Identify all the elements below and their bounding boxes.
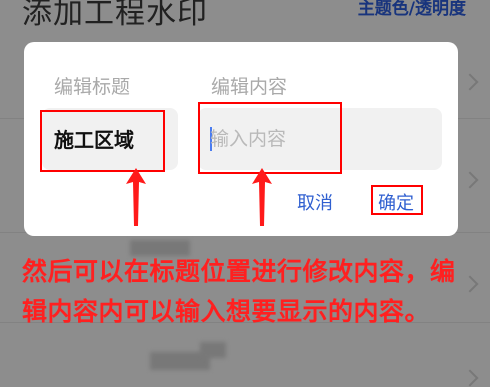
tutorial-annotation: 然后可以在标题位置进行修改内容，编辑内容内可以输入想要显示的内容。 <box>22 257 456 326</box>
content-highlight-box <box>198 102 342 174</box>
up-arrow-icon <box>252 168 272 226</box>
content-field-label: 编辑内容 <box>211 76 288 98</box>
title-field-label: 编辑标题 <box>54 76 131 98</box>
confirm-highlight-box <box>371 185 423 215</box>
cancel-button[interactable]: 取消 <box>297 189 333 215</box>
up-arrow-icon <box>126 168 146 226</box>
title-highlight-box <box>40 110 165 172</box>
